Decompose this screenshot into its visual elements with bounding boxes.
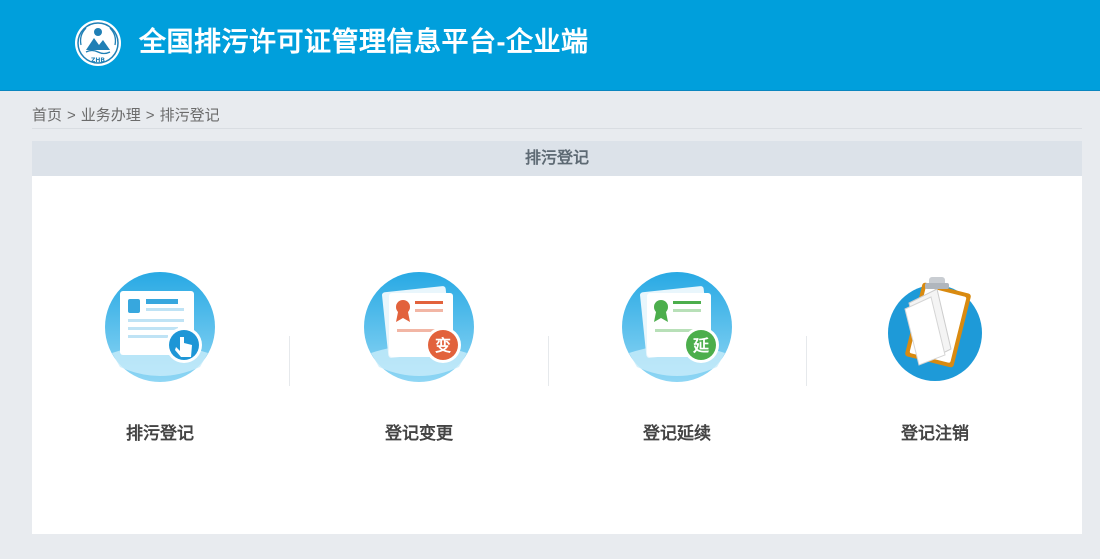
- badge-renew: 延: [692, 336, 710, 355]
- tile-registration-change[interactable]: 变 登记变更: [319, 267, 519, 447]
- breadcrumb-separator: >: [145, 107, 155, 124]
- certificate-change-icon: 变: [364, 272, 474, 382]
- breadcrumb-current: 排污登记: [159, 107, 220, 124]
- panel-title: 排污登记: [32, 141, 1082, 176]
- badge-change: 变: [435, 336, 451, 355]
- breadcrumb-separator: >: [67, 107, 76, 124]
- breadcrumb: 首页 > 业务办理 > 排污登记: [32, 104, 1082, 129]
- top-header: ZHB 全国排污许可证管理信息平台-企业端: [0, 0, 1100, 91]
- tile-label: 登记注销: [901, 424, 969, 443]
- tile-divider: [806, 336, 807, 386]
- breadcrumb-home[interactable]: 首页: [32, 107, 62, 124]
- tile-label: 排污登记: [126, 424, 194, 443]
- breadcrumb-business[interactable]: 业务办理: [81, 107, 141, 124]
- logo-text: ZHB: [91, 57, 105, 64]
- tile-registration-renewal[interactable]: 延 登记延续: [577, 267, 777, 447]
- certificate-renew-icon: 延: [622, 272, 732, 382]
- tile-divider: [289, 336, 290, 386]
- tile-label: 登记延续: [643, 424, 711, 443]
- tile-registration-cancel[interactable]: 登记注销: [835, 267, 1035, 447]
- id-card-hand-icon: [105, 272, 215, 382]
- environment-emblem-icon[interactable]: ZHB: [74, 19, 122, 67]
- site-title: 全国排污许可证管理信息平台-企业端: [139, 27, 589, 57]
- tile-pollution-registration[interactable]: 排污登记: [60, 267, 260, 447]
- main-panel: 排污登记 排污登记 变 登记变更 延 登记延续 登记注销: [32, 141, 1082, 534]
- tile-divider: [548, 336, 549, 386]
- clipboard-cancel-icon: [888, 277, 982, 381]
- tile-label: 登记变更: [385, 424, 453, 443]
